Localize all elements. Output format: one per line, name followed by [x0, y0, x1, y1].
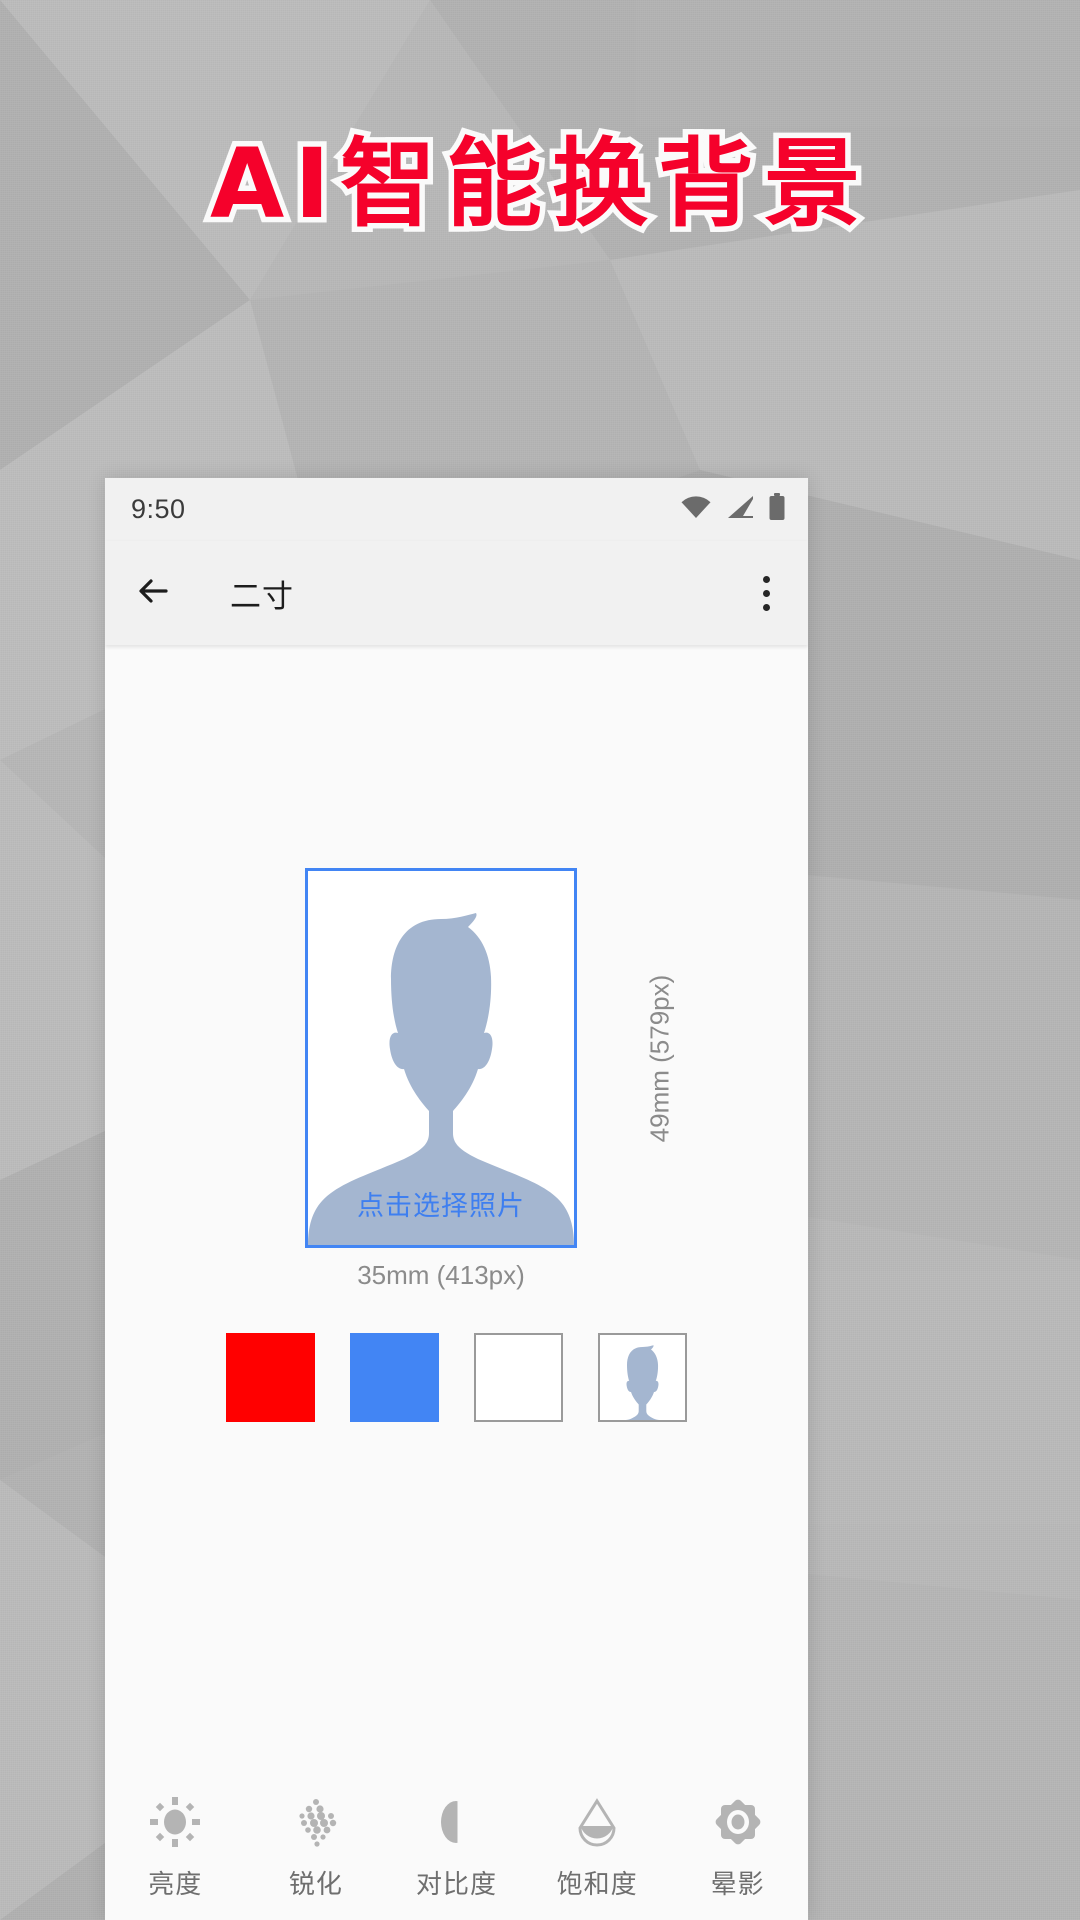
tool-label: 亮度 — [148, 1869, 203, 1899]
tool-saturation[interactable]: 饱和度 — [527, 1796, 668, 1901]
menu-dot — [763, 589, 770, 597]
arrow-left-icon[interactable] — [133, 570, 175, 617]
cellular-signal-icon — [725, 495, 755, 524]
swatch-blue[interactable] — [350, 1333, 439, 1422]
swatch-white[interactable] — [474, 1333, 563, 1422]
status-bar: 9:50 — [105, 478, 808, 541]
brightness-icon — [149, 1796, 201, 1848]
height-dimension-label: 49mm (579px) — [630, 868, 690, 1248]
more-vertical-icon[interactable] — [751, 566, 782, 621]
app-bar: 二寸 — [105, 541, 808, 645]
photo-placeholder-frame[interactable]: 点击选择照片 — [305, 868, 577, 1248]
tool-vignette[interactable]: 晕影 — [667, 1796, 808, 1901]
tool-sharpen[interactable]: 锐化 — [246, 1796, 387, 1901]
battery-icon — [768, 493, 786, 526]
tool-label: 晕影 — [710, 1869, 765, 1899]
width-dimension-label: 35mm (413px) — [357, 1260, 525, 1290]
tool-label: 饱和度 — [556, 1869, 638, 1899]
saturation-icon — [571, 1796, 623, 1848]
vignette-icon — [712, 1796, 764, 1848]
menu-dot — [763, 603, 770, 611]
menu-dot — [763, 575, 770, 583]
editor-content: 点击选择照片 35mm (413px) 49mm (579px) — [105, 645, 808, 1778]
tool-label: 对比度 — [415, 1869, 497, 1899]
photo-preview-area: 点击选择照片 35mm (413px) 49mm (579px) — [105, 645, 808, 1365]
swatch-original-photo[interactable] — [598, 1333, 687, 1422]
sharpen-icon — [290, 1796, 342, 1848]
person-silhouette-icon — [617, 1345, 668, 1420]
swatch-red[interactable] — [226, 1333, 315, 1422]
phone-screen: 9:50 二寸 点击选择照片 35mm (413px) 49mm (579px)… — [105, 478, 808, 1920]
height-dimension-text: 49mm (579px) — [644, 974, 675, 1142]
status-time: 9:50 — [131, 494, 186, 524]
tool-label: 锐化 — [288, 1869, 343, 1899]
promo-headline: AI智能换背景 — [204, 123, 870, 246]
page-title: 二寸 — [230, 578, 294, 614]
tool-contrast[interactable]: 对比度 — [386, 1796, 527, 1901]
status-icon-group — [680, 493, 786, 526]
contrast-icon — [430, 1796, 482, 1848]
select-photo-cta[interactable]: 点击选择照片 — [308, 1184, 574, 1223]
background-color-swatches — [105, 1333, 808, 1422]
adjustment-toolbar: 亮度 锐化 对比度 饱和度 晕影 — [105, 1778, 808, 1920]
wifi-icon — [680, 495, 712, 524]
tool-brightness[interactable]: 亮度 — [105, 1796, 246, 1901]
